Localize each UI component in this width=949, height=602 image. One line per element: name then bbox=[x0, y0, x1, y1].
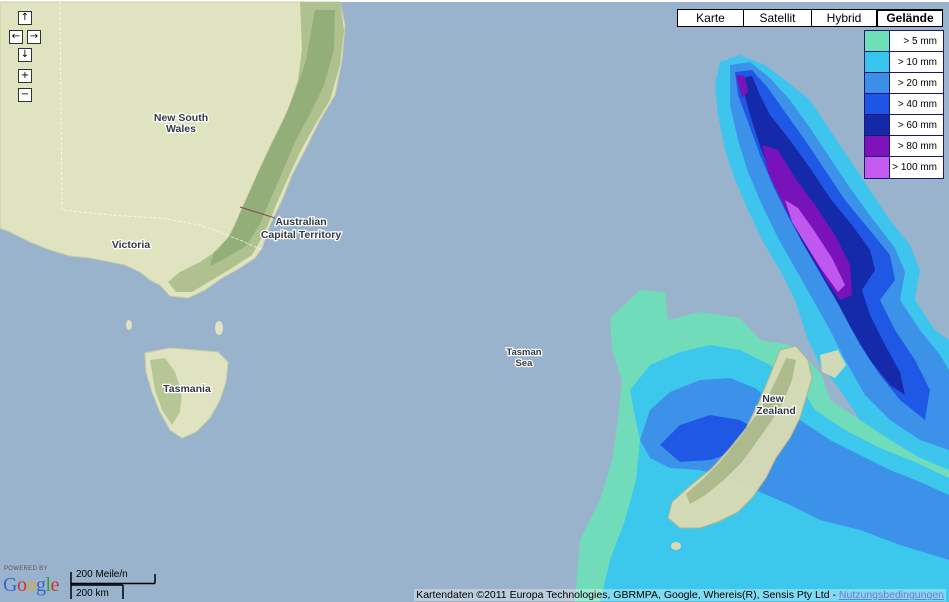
pan-right-button[interactable]: → bbox=[27, 30, 41, 44]
terms-of-use-link[interactable]: Nutzungsbedingungen bbox=[839, 589, 944, 601]
legend-item: > 60 mm bbox=[865, 115, 943, 136]
scale-label-metric: 200 km bbox=[76, 588, 109, 599]
legend-label: > 10 mm bbox=[897, 56, 937, 68]
legend-label: > 100 mm bbox=[892, 162, 937, 173]
label-act-line1: Australian bbox=[275, 216, 326, 228]
legend-swatch bbox=[865, 31, 890, 51]
label-tasman-sea-line2: Sea bbox=[516, 358, 534, 369]
rainfall-legend: > 5 mm > 10 mm > 20 mm > 40 mm > 60 mm >… bbox=[864, 30, 944, 179]
label-victoria: Victoria bbox=[112, 239, 150, 251]
label-nsw-line2: Wales bbox=[166, 123, 196, 135]
scale-bar: 200 Meile/n 200 km bbox=[70, 569, 160, 602]
pan-down-button[interactable]: ↓ bbox=[18, 48, 32, 62]
google-logo[interactable]: POWERED BY Google bbox=[3, 566, 65, 600]
minus-icon: − bbox=[20, 89, 30, 100]
legend-item: > 40 mm bbox=[865, 94, 943, 115]
google-wordmark: Google bbox=[3, 574, 59, 596]
scale-label-imperial: 200 Meile/n bbox=[76, 569, 128, 580]
flinders-island bbox=[215, 321, 223, 335]
map-type-hybrid-button[interactable]: Hybrid bbox=[811, 9, 877, 27]
map-type-selector: Karte Satellit Hybrid Gelände bbox=[677, 9, 943, 27]
legend-label: > 40 mm bbox=[897, 98, 937, 110]
king-island bbox=[126, 320, 132, 330]
legend-swatch bbox=[865, 136, 890, 156]
label-nz-line1: New bbox=[762, 393, 784, 405]
legend-swatch bbox=[865, 115, 890, 135]
powered-by-text: POWERED BY bbox=[4, 566, 48, 572]
legend-item: > 80 mm bbox=[865, 136, 943, 157]
terrain-map[interactable]: New South Wales Victoria Australian Capi… bbox=[0, 0, 949, 602]
legend-label: > 80 mm bbox=[897, 140, 937, 152]
arrow-down-icon: ↓ bbox=[20, 49, 30, 60]
label-nz-line2: Zealand bbox=[756, 405, 796, 417]
map-attribution: Kartendaten ©2011 Europa Technologies, G… bbox=[414, 589, 946, 601]
legend-item: > 20 mm bbox=[865, 73, 943, 94]
zoom-in-button[interactable]: + bbox=[18, 69, 32, 83]
legend-label: > 20 mm bbox=[897, 77, 937, 89]
label-tasman-sea-line1: Tasman bbox=[506, 347, 541, 358]
map-type-karte-button[interactable]: Karte bbox=[677, 9, 744, 27]
legend-swatch bbox=[865, 157, 890, 178]
attribution-text: Kartendaten ©2011 Europa Technologies, G… bbox=[416, 589, 839, 601]
legend-item: > 10 mm bbox=[865, 52, 943, 73]
legend-label: > 5 mm bbox=[903, 35, 937, 47]
pan-up-button[interactable]: ↑ bbox=[18, 11, 32, 25]
map-type-satellit-button[interactable]: Satellit bbox=[743, 9, 812, 27]
legend-swatch bbox=[865, 94, 890, 114]
arrow-right-icon: → bbox=[29, 31, 39, 42]
label-tasmania: Tasmania bbox=[163, 383, 211, 395]
plus-icon: + bbox=[20, 70, 30, 81]
legend-swatch bbox=[865, 52, 890, 72]
zoom-out-button[interactable]: − bbox=[18, 88, 32, 102]
stewart-island bbox=[671, 542, 681, 550]
legend-swatch bbox=[865, 73, 890, 93]
legend-item: > 5 mm bbox=[865, 31, 943, 52]
arrow-left-icon: ← bbox=[11, 31, 21, 42]
label-act-line2: Capital Territory bbox=[261, 229, 341, 241]
map-type-gelaende-button[interactable]: Gelände bbox=[876, 9, 943, 27]
legend-label: > 60 mm bbox=[897, 119, 937, 131]
arrow-up-icon: ↑ bbox=[20, 12, 30, 23]
legend-item: > 100 mm bbox=[865, 157, 943, 178]
pan-left-button[interactable]: ← bbox=[9, 30, 23, 44]
